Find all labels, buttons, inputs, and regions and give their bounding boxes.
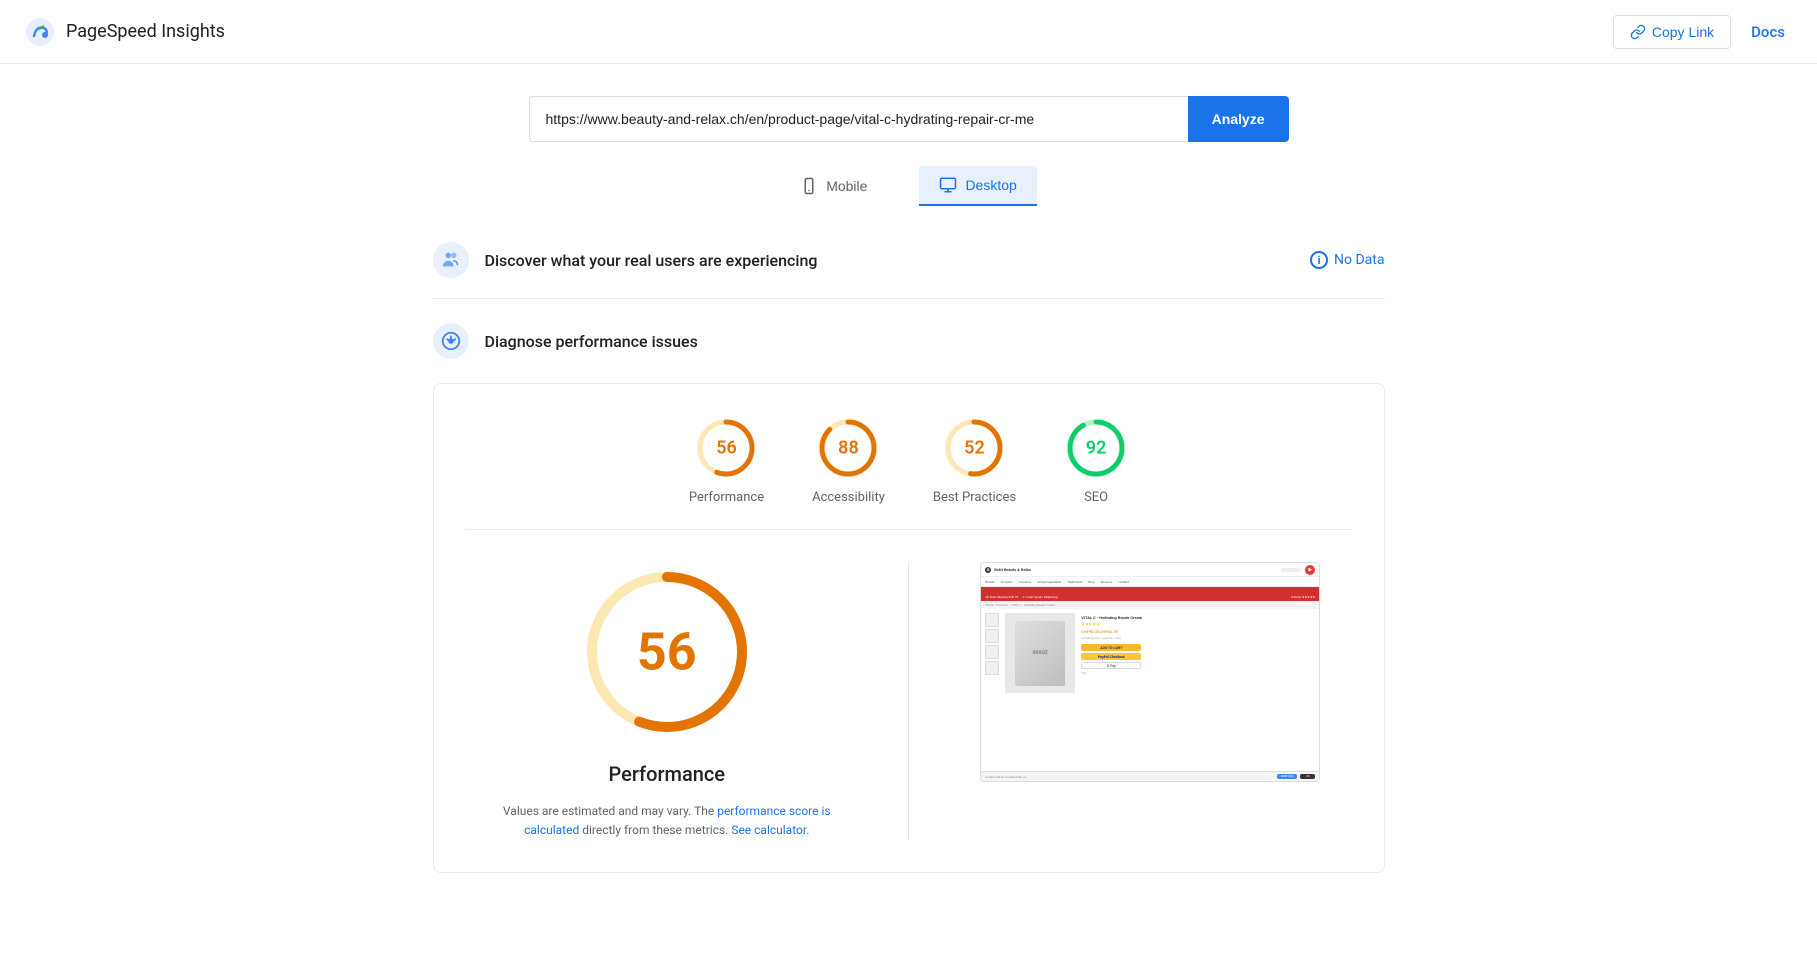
pagespeed-logo	[24, 16, 56, 48]
copy-link-label: Copy Link	[1652, 24, 1714, 40]
logo-area: PageSpeed Insights	[24, 16, 225, 48]
score-note-main: Values are estimated and may vary. The	[503, 804, 717, 818]
copy-link-button[interactable]: Copy Link	[1613, 15, 1731, 49]
diagnose-title: Diagnose performance issues	[485, 332, 698, 351]
app-title: PageSpeed Insights	[66, 21, 225, 42]
real-users-title: Discover what your real users are experi…	[485, 251, 818, 270]
accessibility-score: 88	[838, 438, 859, 459]
website-mock: B Botti Beauty & Relax ▶ Brands	[981, 563, 1319, 781]
best-practices-circle: 52	[942, 416, 1006, 480]
mobile-icon	[800, 177, 818, 195]
real-users-title-group: Discover what your real users are experi…	[433, 242, 818, 278]
seo-label: SEO	[1084, 490, 1108, 505]
docs-link[interactable]: Docs	[1743, 15, 1793, 49]
mobile-tab-label: Mobile	[826, 178, 867, 194]
search-section: Analyze	[0, 64, 1817, 166]
score-item-performance[interactable]: 56 Performance	[689, 416, 764, 505]
large-score-right: B Botti Beauty & Relax ▶ Brands	[949, 562, 1352, 782]
url-input[interactable]	[529, 96, 1188, 142]
performance-label: Performance	[689, 490, 764, 505]
link-icon	[1630, 24, 1646, 40]
accessibility-circle: 88	[816, 416, 880, 480]
diagnose-icon	[433, 323, 469, 359]
large-score-left: 56 Performance Values are estimated and …	[466, 562, 869, 840]
website-screenshot: B Botti Beauty & Relax ▶ Brands	[980, 562, 1320, 782]
large-performance-title: Performance	[608, 762, 725, 786]
analyze-button[interactable]: Analyze	[1188, 96, 1289, 142]
diagnose-section: Diagnose performance issues 56 Performan…	[433, 299, 1385, 897]
calculator-link[interactable]: See calculator.	[731, 823, 809, 837]
score-item-seo[interactable]: 92 SEO	[1064, 416, 1128, 505]
real-users-section: Discover what your real users are experi…	[433, 222, 1385, 299]
best-practices-score: 52	[964, 438, 985, 459]
seo-score: 92	[1086, 438, 1107, 459]
no-data-badge[interactable]: i No Data	[1310, 251, 1384, 269]
large-performance-circle: 56	[577, 562, 757, 742]
app-header: PageSpeed Insights Copy Link Docs	[0, 0, 1817, 64]
best-practices-label: Best Practices	[933, 490, 1016, 505]
users-icon	[440, 249, 462, 271]
info-icon: i	[1310, 251, 1328, 269]
no-data-label: No Data	[1334, 252, 1384, 268]
tab-desktop[interactable]: Desktop	[919, 166, 1036, 206]
accessibility-label: Accessibility	[812, 490, 885, 505]
seo-circle: 92	[1064, 416, 1128, 480]
large-performance-score: 56	[637, 622, 697, 683]
large-score-section: 56 Performance Values are estimated and …	[466, 562, 1352, 840]
search-bar: Analyze	[529, 96, 1289, 142]
real-users-icon	[433, 242, 469, 278]
speedometer-icon	[440, 330, 462, 352]
score-note: Values are estimated and may vary. The p…	[497, 802, 837, 840]
score-item-best-practices[interactable]: 52 Best Practices	[933, 416, 1016, 505]
performance-score: 56	[716, 438, 737, 459]
desktop-tab-label: Desktop	[965, 177, 1016, 193]
tab-mobile[interactable]: Mobile	[780, 166, 887, 206]
desktop-icon	[939, 176, 957, 194]
score-note-cont: directly from these metrics.	[582, 823, 731, 837]
score-item-accessibility[interactable]: 88 Accessibility	[812, 416, 885, 505]
performance-circle: 56	[694, 416, 758, 480]
header-actions: Copy Link Docs	[1613, 15, 1793, 49]
score-card: 56 Performance 88 Accessibility	[433, 383, 1385, 873]
scores-row: 56 Performance 88 Accessibility	[466, 416, 1352, 530]
diagnose-header: Diagnose performance issues	[433, 323, 1385, 359]
section-divider	[908, 562, 909, 840]
mode-tabs: Mobile Desktop	[0, 166, 1817, 222]
main-content: Discover what your real users are experi…	[409, 222, 1409, 897]
